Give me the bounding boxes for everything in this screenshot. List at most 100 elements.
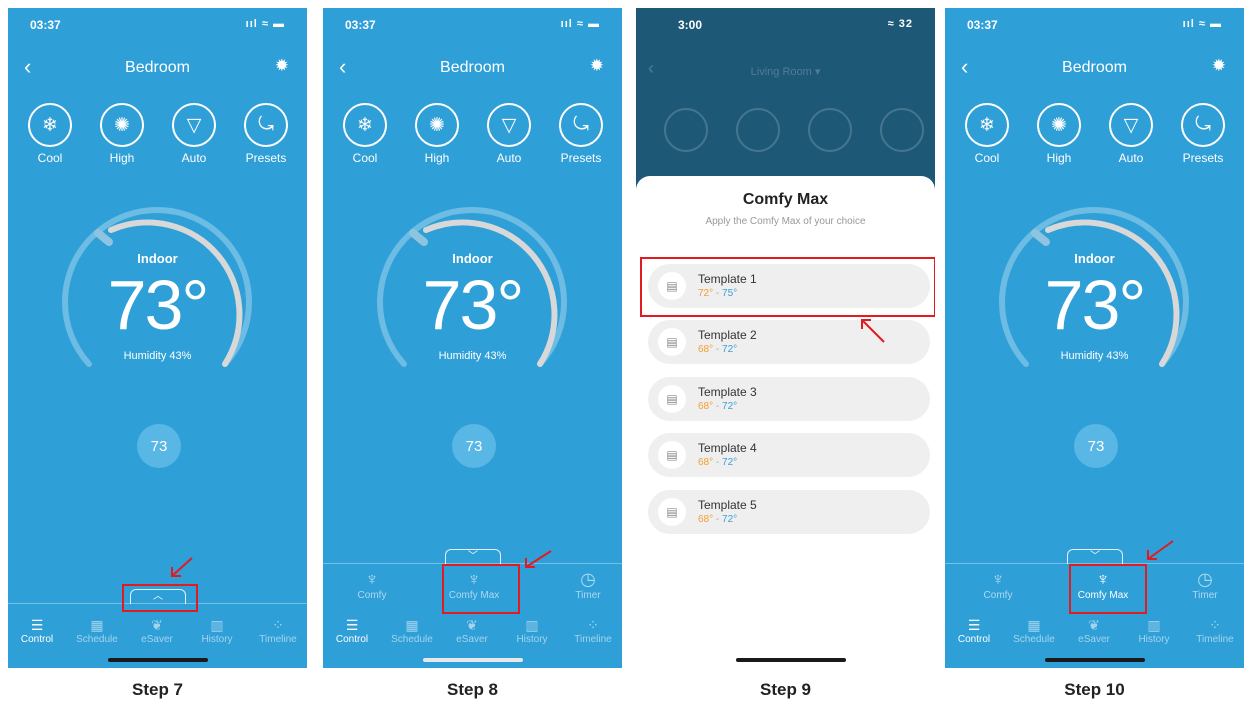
status-bar: 03:37 ııl ≈ ▬ bbox=[30, 16, 285, 36]
tray-label: Comfy bbox=[357, 590, 387, 601]
template-name: Template 4 bbox=[698, 441, 757, 455]
status-time: 03:37 bbox=[30, 18, 61, 32]
mode-cool[interactable]: ❄ Cool bbox=[335, 103, 395, 165]
mode-label: Presets bbox=[245, 151, 287, 165]
mode-high[interactable]: ✺ High bbox=[1029, 103, 1089, 165]
range-separator: - bbox=[715, 344, 720, 355]
nav-history[interactable]: ▥ History bbox=[503, 616, 561, 645]
collapse-tray-button[interactable]: ﹀ bbox=[1067, 549, 1123, 564]
status-time: 3:00 bbox=[678, 18, 703, 32]
tray-timer[interactable]: ◷ Timer bbox=[1170, 568, 1240, 601]
mode-high[interactable]: ✺ High bbox=[92, 103, 152, 165]
nav-timeline[interactable]: ⁘ Timeline bbox=[564, 616, 622, 645]
setpoint-bubble[interactable]: 73 bbox=[1074, 424, 1118, 468]
nav-control[interactable]: ☰ Control bbox=[945, 616, 1003, 645]
indoor-label: Indoor bbox=[1074, 251, 1115, 266]
nav-label: Schedule bbox=[76, 634, 118, 645]
template-name: Template 5 bbox=[698, 498, 757, 512]
arrow-icon bbox=[1147, 540, 1174, 560]
chart-icon: ▥ bbox=[525, 617, 539, 633]
mode-label: Cool bbox=[974, 151, 1000, 165]
header: ‹ Bedroom ✹ bbox=[323, 54, 622, 80]
arrow-icon bbox=[525, 550, 552, 568]
mode-row: ❄ Cool ✺ High ▽ Auto ⤿ Presets bbox=[323, 103, 622, 173]
nav-label: eSaver bbox=[141, 634, 173, 645]
gear-icon[interactable]: ✹ bbox=[1212, 56, 1226, 76]
mode-cool[interactable]: ❄ Cool bbox=[20, 103, 80, 165]
status-icons: ııl ≈ ▬ bbox=[245, 18, 285, 30]
status-time: 03:37 bbox=[967, 18, 998, 32]
mode-presets[interactable]: ⤿ Presets bbox=[551, 103, 611, 165]
nav-esaver[interactable]: ❦ eSaver bbox=[1065, 616, 1123, 645]
nav-schedule[interactable]: ▦ Schedule bbox=[1005, 616, 1063, 645]
comfy-max-sheet bbox=[636, 176, 935, 668]
step-label: Step 7 bbox=[131, 680, 184, 699]
gear-icon[interactable]: ✹ bbox=[590, 56, 604, 76]
snowflake-icon: ❄ bbox=[965, 103, 1009, 147]
nav-esaver[interactable]: ❦ eSaver bbox=[443, 616, 501, 645]
thermostat-icon: ▤ bbox=[658, 385, 686, 413]
mode-row: ❄ Cool ✺ High ▽ Auto ⤿ Presets bbox=[945, 103, 1244, 173]
template-range: 68° - 72° bbox=[698, 401, 737, 412]
mode-label: Presets bbox=[1182, 151, 1224, 165]
nav-label: Schedule bbox=[391, 634, 433, 645]
mode-presets[interactable]: ⤿ Presets bbox=[1173, 103, 1233, 165]
template-range: 68° - 72° bbox=[698, 344, 737, 355]
nav-history[interactable]: ▥ History bbox=[1125, 616, 1183, 645]
setpoint-bubble[interactable]: 73 bbox=[137, 424, 181, 468]
dimmed-room-title: Living Room ▾ bbox=[750, 66, 821, 78]
mode-label: High bbox=[1046, 151, 1072, 165]
mode-auto[interactable]: ▽ Auto bbox=[1101, 103, 1161, 165]
mode-high[interactable]: ✺ High bbox=[407, 103, 467, 165]
nav-schedule[interactable]: ▦ Schedule bbox=[383, 616, 441, 645]
highlight-box bbox=[1069, 564, 1147, 614]
header: ‹ Bedroom ✹ bbox=[945, 54, 1244, 80]
presets-icon: ⤿ bbox=[1181, 103, 1225, 147]
gear-icon[interactable]: ✹ bbox=[275, 56, 289, 76]
range-high: 72° bbox=[722, 401, 738, 412]
tray-comfy[interactable]: ♆ Comfy bbox=[337, 568, 407, 601]
snowflake-icon: ❄ bbox=[343, 103, 387, 147]
fan-icon: ✺ bbox=[415, 103, 459, 147]
arrow-icon bbox=[171, 557, 193, 577]
template-name: Template 2 bbox=[698, 328, 757, 342]
presets-icon: ⤿ bbox=[559, 103, 603, 147]
indoor-label: Indoor bbox=[137, 251, 178, 266]
step-label: Step 8 bbox=[446, 680, 499, 699]
leaf-icon: ❦ bbox=[151, 617, 163, 633]
auto-icon: ▽ bbox=[1109, 103, 1153, 147]
status-bar: 03:37 ııl ≈ ▬ bbox=[967, 16, 1222, 36]
collapse-tray-button[interactable]: ﹀ bbox=[445, 549, 501, 564]
nav-timeline[interactable]: ⁘ Timeline bbox=[249, 616, 307, 645]
bottom-nav: ☰ Control ▦ Schedule ❦ eSaver ▥ History ⁘ Tim… bbox=[323, 616, 622, 650]
nav-history[interactable]: ▥ History bbox=[188, 616, 246, 645]
template-item[interactable]: ▤ Template 5 68° - 72° bbox=[648, 490, 930, 534]
mode-label: Cool bbox=[352, 151, 378, 165]
status-icons: ııl ≈ ▬ bbox=[560, 18, 600, 30]
chart-icon: ▥ bbox=[210, 617, 224, 633]
nav-label: eSaver bbox=[1078, 634, 1110, 645]
setpoint-bubble[interactable]: 73 bbox=[452, 424, 496, 468]
page-title: Bedroom bbox=[125, 59, 190, 76]
template-item[interactable]: ▤ Template 3 68° - 72° bbox=[648, 377, 930, 421]
tray-timer[interactable]: ◷ Timer bbox=[553, 568, 622, 601]
auto-icon bbox=[808, 108, 852, 152]
sheet-subtitle: Apply the Comfy Max of your choice bbox=[705, 216, 866, 227]
tray-label: Timer bbox=[1192, 590, 1218, 601]
mode-presets[interactable]: ⤿ Presets bbox=[236, 103, 296, 165]
nav-control[interactable]: ☰ Control bbox=[323, 616, 381, 645]
range-high: 72° bbox=[722, 457, 738, 468]
nav-timeline[interactable]: ⁘ Timeline bbox=[1186, 616, 1244, 645]
presets-icon: ⤿ bbox=[244, 103, 288, 147]
nav-control[interactable]: ☰ Control bbox=[8, 616, 66, 645]
highlight-box bbox=[442, 564, 520, 614]
mode-row: ❄ Cool ✺ High ▽ Auto ⤿ Presets bbox=[8, 103, 307, 173]
mode-auto[interactable]: ▽ Auto bbox=[479, 103, 539, 165]
mode-cool[interactable]: ❄ Cool bbox=[957, 103, 1017, 165]
arrow-icon bbox=[861, 319, 885, 343]
template-item[interactable]: ▤ Template 4 68° - 72° bbox=[648, 433, 930, 477]
nav-schedule[interactable]: ▦ Schedule bbox=[68, 616, 126, 645]
tray-comfy[interactable]: ♆ Comfy bbox=[963, 568, 1033, 601]
mode-auto[interactable]: ▽ Auto bbox=[164, 103, 224, 165]
nav-esaver[interactable]: ❦ eSaver bbox=[128, 616, 186, 645]
